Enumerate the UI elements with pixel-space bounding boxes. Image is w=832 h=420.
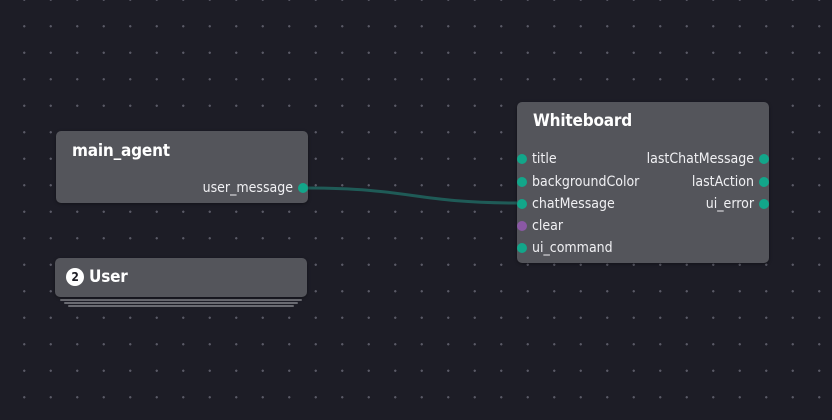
node-group-user[interactable]: 2 User	[55, 258, 307, 297]
port-label: lastAction	[691, 174, 754, 190]
port-dot-icon[interactable]	[517, 177, 527, 187]
node-main-agent[interactable]: main_agent user_message	[56, 131, 308, 203]
group-count-badge[interactable]: 2	[66, 268, 84, 286]
port-dot-icon[interactable]	[517, 199, 527, 209]
node-title: Whiteboard	[533, 111, 632, 131]
port-label: chatMessage	[532, 196, 615, 212]
node-whiteboard[interactable]: Whiteboard title backgroundColor chatMes…	[517, 102, 769, 263]
output-port-ui-error[interactable]: ui_error	[705, 196, 769, 212]
port-label: backgroundColor	[532, 174, 640, 190]
graph-canvas[interactable]: main_agent user_message Whiteboard title…	[0, 0, 832, 420]
input-port-title[interactable]: title	[517, 151, 557, 167]
output-port-last-action[interactable]: lastAction	[691, 174, 769, 190]
port-dot-icon[interactable]	[759, 154, 769, 164]
edge-user-message-to-chat-message[interactable]	[305, 186, 519, 205]
input-port-background-color[interactable]: backgroundColor	[517, 174, 640, 190]
port-label: clear	[532, 218, 564, 234]
port-label: lastChatMessage	[646, 151, 754, 167]
port-dot-icon[interactable]	[517, 221, 527, 231]
port-dot-icon[interactable]	[759, 177, 769, 187]
port-label: user_message	[202, 180, 293, 196]
output-port-user-message[interactable]: user_message	[202, 180, 308, 196]
input-port-clear[interactable]: clear	[517, 218, 564, 234]
node-title: 2 User	[66, 267, 128, 287]
group-stack-line	[64, 302, 298, 304]
port-dot-icon[interactable]	[517, 154, 527, 164]
input-port-ui-command[interactable]: ui_command	[517, 240, 613, 256]
group-title: User	[89, 267, 128, 287]
port-dot-icon[interactable]	[759, 199, 769, 209]
input-port-chat-message[interactable]: chatMessage	[517, 196, 615, 212]
port-dot-icon[interactable]	[517, 243, 527, 253]
output-port-last-chat-message[interactable]: lastChatMessage	[646, 151, 769, 167]
port-dot-icon[interactable]	[298, 183, 308, 193]
port-label: title	[532, 151, 557, 167]
port-label: ui_command	[532, 240, 613, 256]
group-stack-line	[68, 305, 294, 307]
node-title: main_agent	[72, 141, 170, 161]
group-stack-line	[60, 299, 302, 301]
port-label: ui_error	[705, 196, 754, 212]
